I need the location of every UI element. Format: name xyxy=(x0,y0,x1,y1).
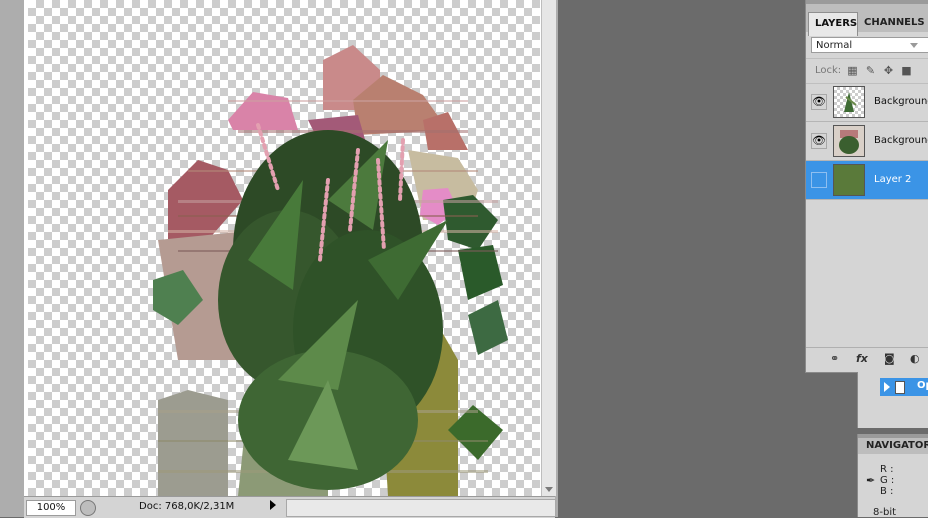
play-triangle-icon[interactable] xyxy=(884,382,890,392)
lock-row: Lock: ▦ ✎ ✥ ■ xyxy=(806,58,928,84)
layer-thumbnail xyxy=(833,164,865,196)
panel-tab-bar: LAYERS CHANNELS xyxy=(806,0,928,36)
visibility-eye-icon[interactable]: 👁 xyxy=(811,94,827,110)
lock-image-pixels-icon[interactable]: ✎ xyxy=(865,65,876,76)
info-g: G : xyxy=(880,475,895,486)
add-mask-icon[interactable]: ◙ xyxy=(884,353,895,365)
action-item-label: Op xyxy=(917,380,928,391)
layer-thumbnail xyxy=(833,125,865,157)
fx-icon[interactable]: fx xyxy=(856,353,868,365)
layer-name[interactable]: Layer 2 xyxy=(874,174,911,185)
layer-name[interactable]: Background xyxy=(874,135,928,146)
layer-row[interactable]: 👁 Background xyxy=(806,83,928,122)
navigator-tab-label: NAVIGATOR xyxy=(866,440,928,451)
document-icon xyxy=(895,381,905,394)
image-canvas[interactable] xyxy=(28,0,540,496)
scroll-down-icon[interactable] xyxy=(545,487,553,492)
layer-thumbnail xyxy=(833,86,865,118)
status-menu-arrow-icon[interactable] xyxy=(270,500,276,510)
link-layers-icon[interactable]: ⚭ xyxy=(830,353,839,365)
visibility-toggle-empty[interactable] xyxy=(811,172,827,188)
doc-size-readout: Doc: 768,0K/2,31M xyxy=(139,501,235,512)
lock-all-icon[interactable]: ■ xyxy=(901,65,912,76)
layer-row[interactable]: 👁 Background xyxy=(806,122,928,161)
tab-layers[interactable]: LAYERS xyxy=(808,12,858,36)
plant-artwork xyxy=(153,45,508,496)
horizontal-scrollbar[interactable] xyxy=(286,499,556,517)
layer-row-selected[interactable]: Layer 2 xyxy=(806,161,928,200)
layers-panel: LAYERS CHANNELS Normal Lock: ▦ ✎ ✥ ■ 👁 B… xyxy=(805,0,928,373)
status-clock-icon[interactable] xyxy=(80,500,96,516)
visibility-eye-icon[interactable]: 👁 xyxy=(811,133,827,149)
layer-name[interactable]: Background xyxy=(874,96,928,107)
bit-depth-label: 8-bit xyxy=(873,507,897,518)
adjustment-layer-icon[interactable]: ◐ xyxy=(910,353,920,365)
lock-label: Lock: xyxy=(815,65,842,76)
lock-transparent-pixels-icon[interactable]: ▦ xyxy=(847,65,858,76)
layers-footer-toolbar: ⚭ fx ◙ ◐ xyxy=(806,347,928,372)
tab-navigator[interactable]: NAVIGATOR xyxy=(858,434,928,454)
vertical-scrollbar[interactable] xyxy=(541,0,556,496)
info-b: B : xyxy=(880,486,894,497)
eyedropper-icon: ✒ xyxy=(866,474,876,487)
zoom-level-field[interactable]: 100% xyxy=(26,500,76,516)
lock-position-icon[interactable]: ✥ xyxy=(883,65,894,76)
chevron-down-icon[interactable] xyxy=(910,43,918,48)
actions-panel: Op xyxy=(857,372,928,428)
navigator-panel: NAVIGATOR ✒ R : G : B : 8-bit xyxy=(857,434,928,518)
tab-channels[interactable]: CHANNELS xyxy=(858,12,928,36)
action-item[interactable]: Op xyxy=(880,378,928,396)
status-bar: 100% Doc: 768,0K/2,31M xyxy=(24,496,556,518)
info-r: R : xyxy=(880,464,894,475)
